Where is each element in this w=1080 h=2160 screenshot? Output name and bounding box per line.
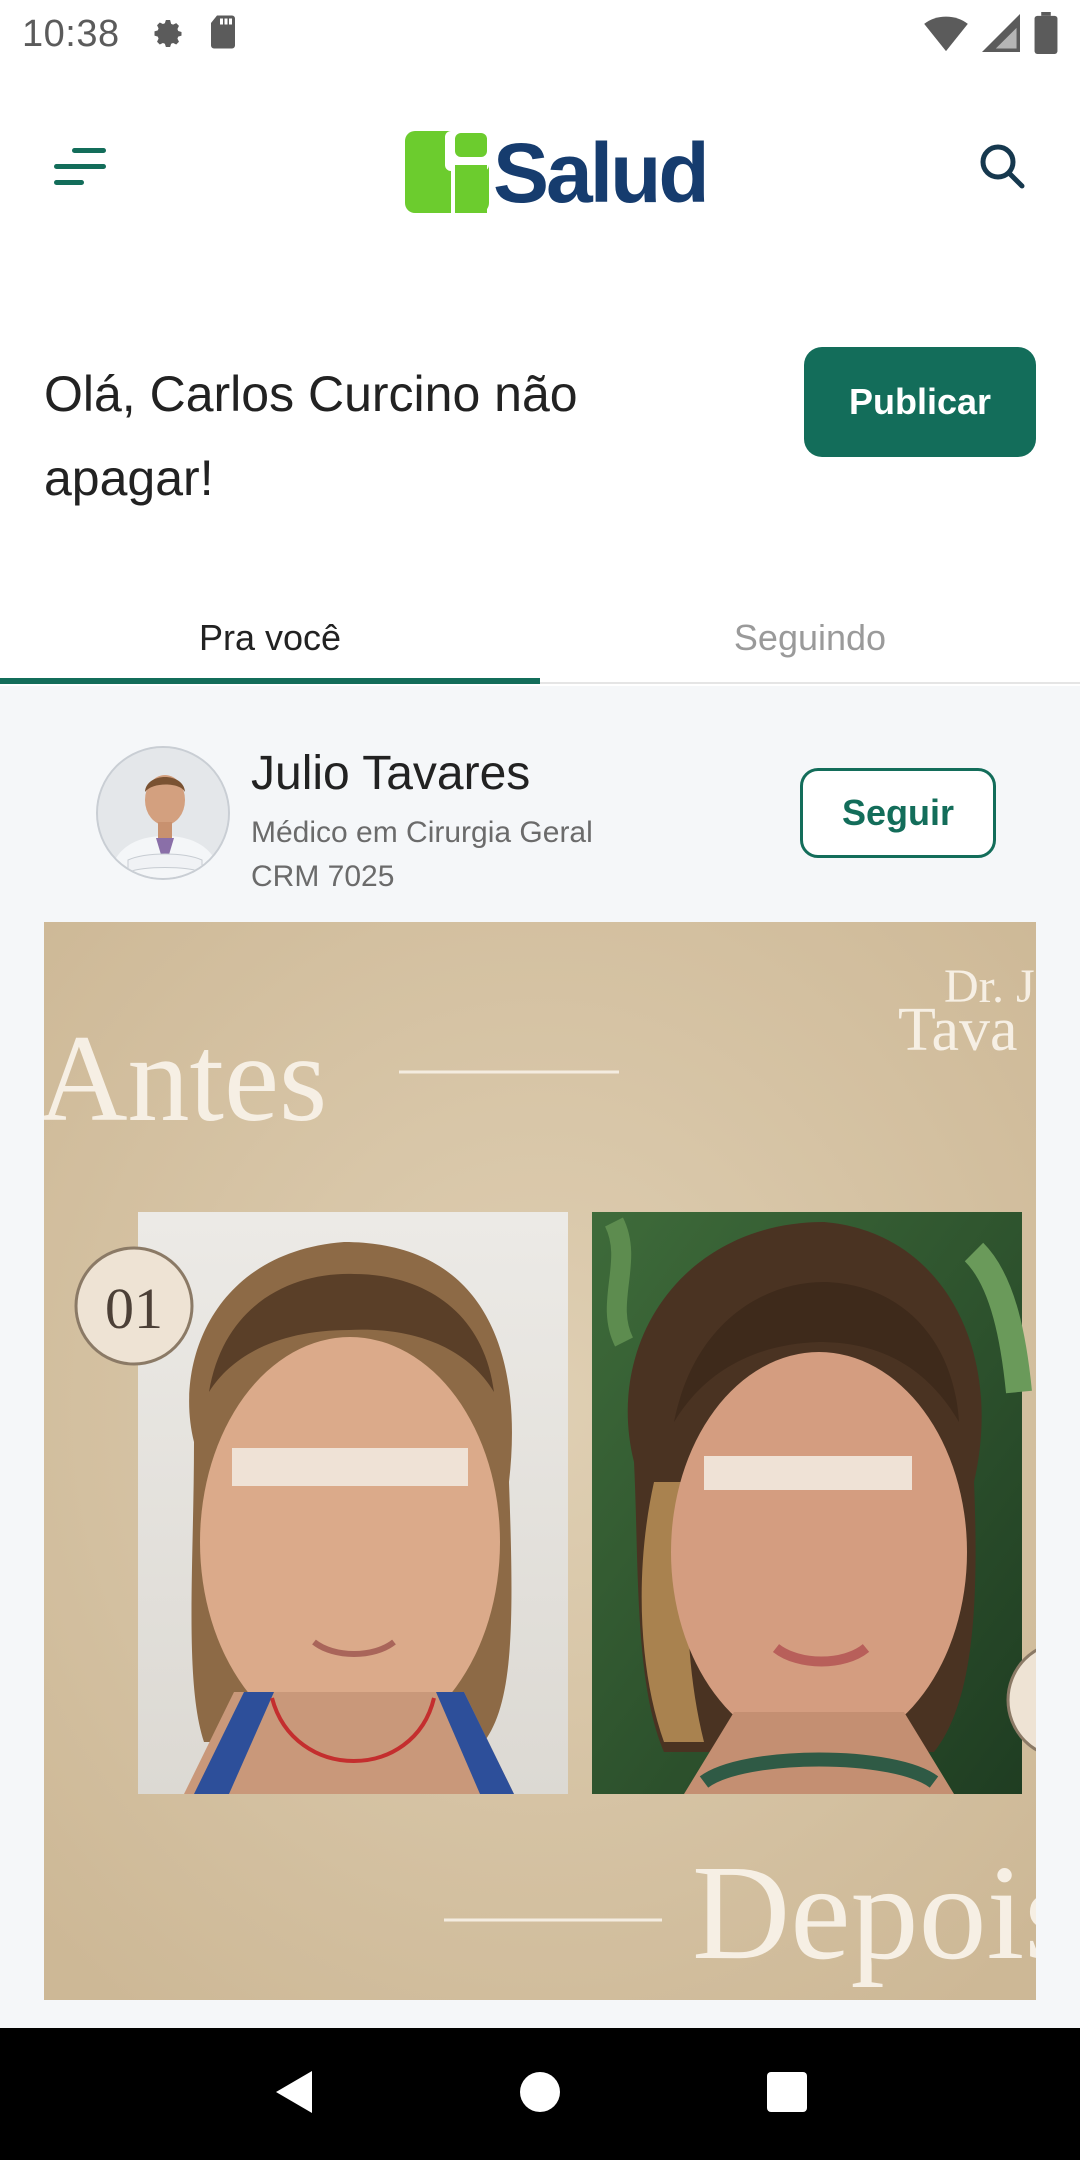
home-button[interactable]: [500, 2054, 580, 2134]
app-logo: Salud: [405, 126, 710, 220]
before-label: Antes: [44, 1010, 327, 1147]
cell-signal-icon: [982, 13, 1020, 58]
menu-icon: [50, 148, 114, 204]
search-icon: [972, 144, 1032, 200]
menu-button[interactable]: [50, 140, 114, 200]
signature-bottom: Tava: [898, 996, 1018, 1064]
before-photo: [138, 1212, 568, 1794]
publish-button[interactable]: Publicar: [804, 347, 1036, 457]
home-circle-icon: [518, 2070, 562, 2119]
author-avatar[interactable]: [96, 746, 230, 880]
back-triangle-icon: [270, 2067, 316, 2122]
recents-button[interactable]: [747, 2054, 827, 2134]
post-header: Julio Tavares Médico em Cirurgia Geral C…: [96, 746, 996, 896]
badge-01: 01: [105, 1276, 163, 1341]
author-name[interactable]: Julio Tavares: [251, 746, 530, 801]
status-time: 10:38: [22, 12, 120, 55]
post-image[interactable]: Antes Dr. J Tava 01 Depoi: [44, 922, 1036, 2000]
wifi-icon: [924, 13, 968, 58]
author-specialty: Médico em Cirurgia Geral: [251, 816, 593, 849]
author-crm: CRM 7025: [251, 860, 395, 893]
feed[interactable]: Julio Tavares Médico em Cirurgia Geral C…: [0, 686, 1080, 2028]
greeting-text: Olá, Carlos Curcino não apagar!: [44, 366, 578, 506]
tab-pra-voce[interactable]: Pra você: [0, 600, 540, 684]
app-header: Salud: [0, 120, 1080, 220]
sd-card-icon: [208, 14, 238, 55]
system-nav-bar: [0, 2028, 1080, 2160]
after-photo: [592, 1212, 1032, 1794]
status-bar: 10:38: [0, 0, 1080, 68]
back-button[interactable]: [253, 2054, 333, 2134]
feed-tabs: Pra você Seguindo: [0, 600, 1080, 684]
tab-seguindo[interactable]: Seguindo: [540, 600, 1080, 682]
logo-mark-icon: [405, 129, 489, 218]
logo-text: Salud: [493, 126, 710, 220]
follow-button[interactable]: Seguir: [800, 768, 996, 858]
settings-icon: [150, 14, 186, 55]
battery-icon: [1034, 12, 1058, 59]
search-button[interactable]: [972, 136, 1032, 196]
after-label: Depois: [692, 1838, 1036, 1988]
recents-square-icon: [765, 2070, 809, 2119]
